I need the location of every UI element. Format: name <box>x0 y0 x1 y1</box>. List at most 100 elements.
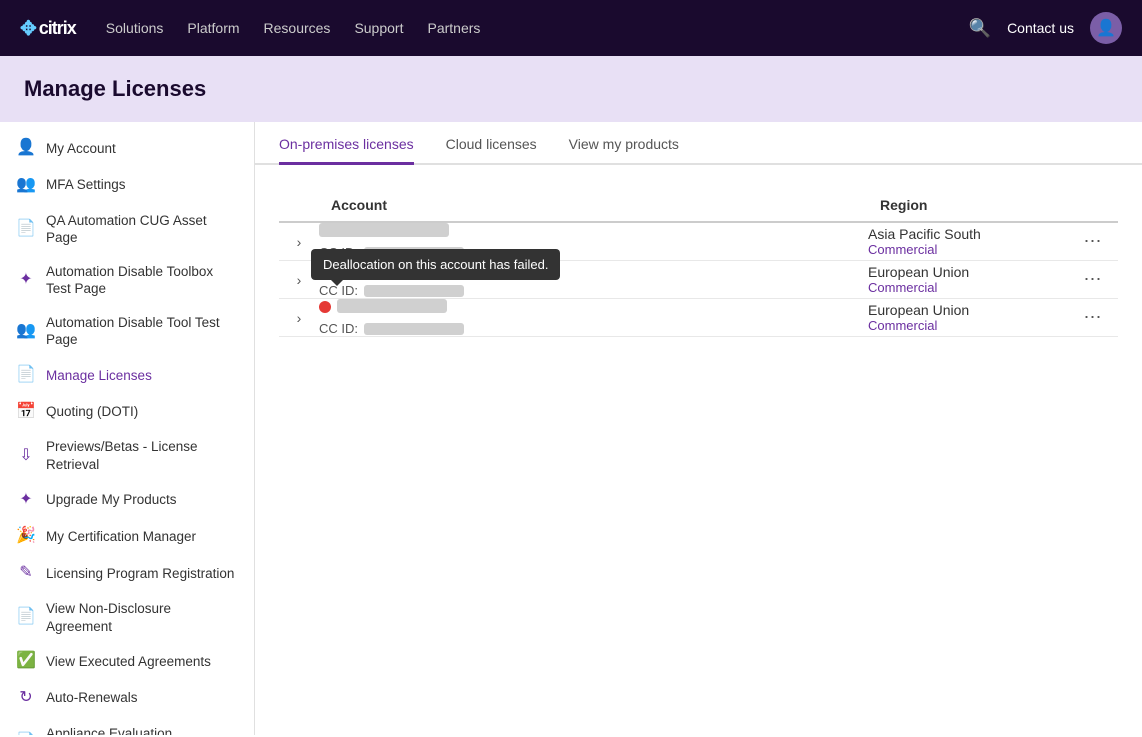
error-dot <box>319 301 331 313</box>
doc-icon: 📄 <box>16 219 36 240</box>
sidebar-item-mfa-settings[interactable]: 👥 MFA Settings <box>0 167 254 204</box>
account-cell: CC ID: <box>319 222 868 261</box>
region-name: European Union <box>868 302 1068 318</box>
edit-icon: ✎ <box>16 563 36 584</box>
cc-id-value-blur <box>364 285 464 297</box>
sidebar-item-qa-automation[interactable]: 📄 QA Automation CUG Asset Page <box>0 204 254 255</box>
row-expander[interactable]: › <box>279 261 319 299</box>
region-type: Commercial <box>868 280 1068 295</box>
doc-icon: 📄 <box>16 607 36 628</box>
nav-links: Solutions Platform Resources Support Par… <box>106 12 969 44</box>
page-title: Manage Licenses <box>24 76 1118 102</box>
cc-id-value-blur <box>364 323 464 335</box>
region-name: European Union <box>868 264 1068 280</box>
sidebar-item-view-executed-agreements[interactable]: ✅ View Executed Agreements <box>0 643 254 680</box>
cc-id-label: CC ID: <box>319 321 358 336</box>
region-type: Commercial <box>868 318 1068 333</box>
sidebar-label: Upgrade My Products <box>46 491 238 509</box>
expander-col-header <box>279 189 319 222</box>
actions-col-header <box>1068 189 1118 222</box>
person-icon: 👤 <box>16 138 36 159</box>
search-button[interactable]: 🔍 <box>969 18 991 39</box>
sidebar-item-my-account[interactable]: 👤 My Account <box>0 130 254 167</box>
actions-cell: ⋯ <box>1068 299 1118 337</box>
account-name-blur <box>319 261 419 275</box>
nav-platform[interactable]: Platform <box>187 12 239 44</box>
table-row: › CC ID: Asia Pacific South <box>279 222 1118 261</box>
doc-icon: 📄 <box>16 732 36 735</box>
cc-id-label: CC ID: <box>319 283 358 298</box>
account-cell-error: Deallocation on this account has failed.… <box>319 299 868 337</box>
nav-support[interactable]: Support <box>354 12 403 44</box>
region-cell: European Union Commercial <box>868 299 1068 337</box>
nav-resources[interactable]: Resources <box>264 12 331 44</box>
sidebar-label: My Account <box>46 140 238 158</box>
sidebar-label: Previews/Betas - License Retrieval <box>46 438 238 473</box>
sidebar-label: View Executed Agreements <box>46 653 238 671</box>
region-cell: European Union Commercial <box>868 261 1068 299</box>
sidebar-item-quoting[interactable]: 📅 Quoting (DOTI) <box>0 394 254 431</box>
accounts-table: Account Region › CC ID: <box>279 189 1118 337</box>
account-name-blur <box>319 223 449 237</box>
row-actions-button[interactable]: ⋯ <box>1084 231 1103 251</box>
sidebar-label: QA Automation CUG Asset Page <box>46 212 238 247</box>
account-col-header: Account <box>319 189 868 222</box>
table-row-error: › Deallocation on this account has faile… <box>279 299 1118 337</box>
region-cell: Asia Pacific South Commercial <box>868 222 1068 261</box>
sidebar-label: Manage Licenses <box>46 367 238 385</box>
row-expander[interactable]: › <box>279 222 319 261</box>
sidebar-label: Automation Disable Toolbox Test Page <box>46 263 238 298</box>
sidebar-item-view-nda[interactable]: 📄 View Non-Disclosure Agreement <box>0 592 254 643</box>
tab-on-premises[interactable]: On-premises licenses <box>279 122 414 165</box>
sidebar-item-auto-renewals[interactable]: ↻ Auto-Renewals <box>0 680 254 717</box>
person-outline-icon: 👥 <box>16 321 36 342</box>
sidebar-item-licensing-program[interactable]: ✎ Licensing Program Registration <box>0 555 254 592</box>
user-avatar[interactable]: 👤 <box>1090 12 1122 44</box>
sidebar-item-certification-manager[interactable]: 🎉 My Certification Manager <box>0 518 254 555</box>
content-area: On-premises licenses Cloud licenses View… <box>255 122 1142 735</box>
star-icon: ✦ <box>16 490 36 511</box>
row-actions-button[interactable]: ⋯ <box>1084 307 1103 327</box>
sidebar-label: Licensing Program Registration <box>46 565 238 583</box>
tabs-bar: On-premises licenses Cloud licenses View… <box>255 122 1142 165</box>
nav-right: 🔍 Contact us 👤 <box>969 12 1122 44</box>
person-outline-icon: 👥 <box>16 175 36 196</box>
table-container: Account Region › CC ID: <box>255 165 1142 337</box>
actions-cell: ⋯ <box>1068 261 1118 299</box>
download-icon: ⇩ <box>16 446 36 467</box>
calendar-icon: 📅 <box>16 402 36 423</box>
sidebar-label: MFA Settings <box>46 176 238 194</box>
sidebar-item-previews-betas[interactable]: ⇩ Previews/Betas - License Retrieval <box>0 430 254 481</box>
sidebar-label: View Non-Disclosure Agreement <box>46 600 238 635</box>
doc-check-icon: ✅ <box>16 651 36 672</box>
account-cell: CC ID: <box>319 261 868 299</box>
region-type: Commercial <box>868 242 1068 257</box>
logo[interactable]: ✥ citrix <box>20 16 76 41</box>
sidebar-item-appliance-evaluation[interactable]: 📄 Appliance Evaluation Agreement (AEA) <box>0 717 254 735</box>
nav-solutions[interactable]: Solutions <box>106 12 164 44</box>
refresh-icon: ↻ <box>16 688 36 709</box>
cc-id-value-blur <box>364 247 464 259</box>
nav-partners[interactable]: Partners <box>427 12 480 44</box>
sidebar-item-upgrade-products[interactable]: ✦ Upgrade My Products <box>0 482 254 519</box>
region-name: Asia Pacific South <box>868 226 1068 242</box>
contact-us-button[interactable]: Contact us <box>1007 20 1074 36</box>
row-expander[interactable]: › <box>279 299 319 337</box>
sidebar-label: Auto-Renewals <box>46 689 238 707</box>
sidebar-item-manage-licenses[interactable]: 📄 Manage Licenses <box>0 357 254 394</box>
sidebar-label: My Certification Manager <box>46 528 238 546</box>
tab-cloud-licenses[interactable]: Cloud licenses <box>446 122 537 165</box>
sidebar-label: Automation Disable Tool Test Page <box>46 314 238 349</box>
tab-view-my-products[interactable]: View my products <box>569 122 679 165</box>
main-layout: 👤 My Account 👥 MFA Settings 📄 QA Automat… <box>0 122 1142 735</box>
table-row: › CC ID: European Union <box>279 261 1118 299</box>
sidebar-label: Appliance Evaluation Agreement (AEA) <box>46 725 238 735</box>
badge-icon: 🎉 <box>16 526 36 547</box>
row-actions-button[interactable]: ⋯ <box>1084 269 1103 289</box>
account-name-blur <box>337 299 447 313</box>
page-header: Manage Licenses <box>0 56 1142 122</box>
sidebar-item-automation-disable-toolbox[interactable]: ✦ Automation Disable Toolbox Test Page <box>0 255 254 306</box>
sidebar-item-automation-disable-tool[interactable]: 👥 Automation Disable Tool Test Page <box>0 306 254 357</box>
actions-cell: ⋯ <box>1068 222 1118 261</box>
star-icon: ✦ <box>16 270 36 291</box>
